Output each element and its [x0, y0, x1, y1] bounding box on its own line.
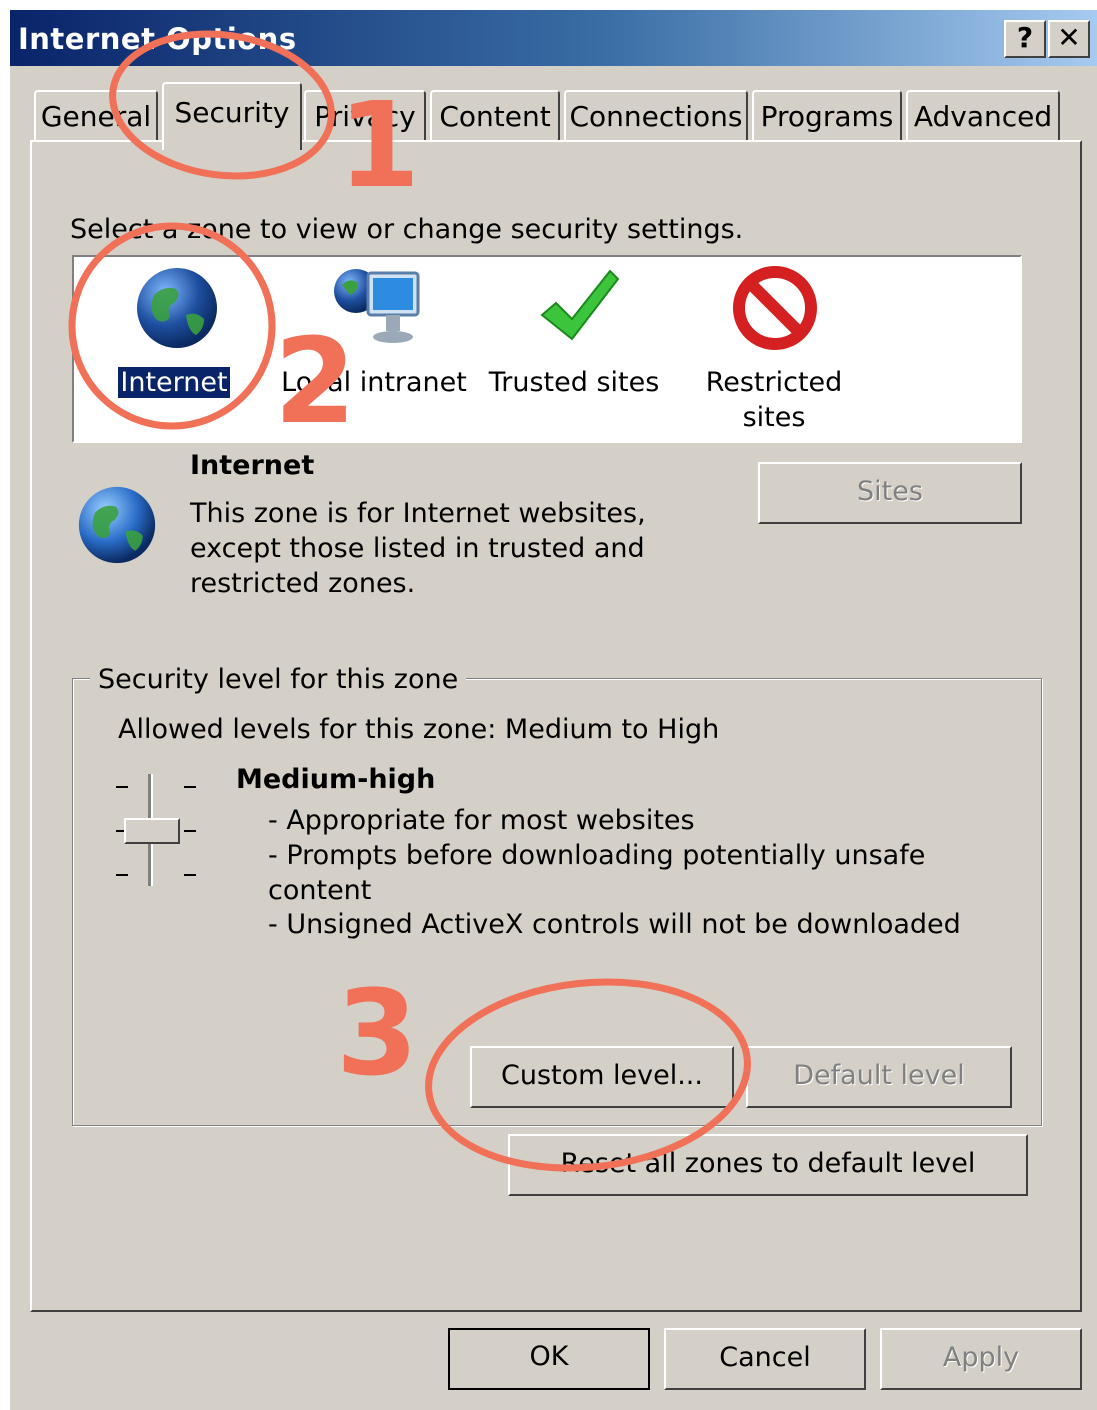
- security-level-name: Medium-high: [236, 764, 436, 795]
- level-desc-bullet3: - Unsigned ActiveX controls will not be …: [268, 909, 961, 940]
- globe-icon: [137, 268, 217, 348]
- zone-info-desc-line1: This zone is for Internet websites,: [190, 498, 646, 529]
- allowed-levels-text: Allowed levels for this zone: Medium to …: [118, 714, 720, 745]
- ok-button[interactable]: OK: [448, 1328, 650, 1390]
- checkmark-icon: [540, 269, 620, 341]
- custom-level-button[interactable]: Custom level...: [470, 1046, 734, 1108]
- security-level-slider[interactable]: [110, 770, 202, 892]
- sites-button[interactable]: Sites: [758, 462, 1022, 524]
- zone-list[interactable]: Internet Local intranet Trusted sites Re…: [72, 255, 1022, 443]
- reset-all-zones-button[interactable]: Reset all zones to default level: [508, 1134, 1028, 1196]
- internet-options-dialog: Internet Options ? ✕ General Security Pr…: [10, 10, 1097, 1410]
- zone-info-desc-line2: except those listed in trusted and: [190, 533, 645, 564]
- level-desc-bullet2-cont: content: [268, 875, 372, 906]
- security-level-legend: Security level for this zone: [90, 664, 467, 695]
- zone-internet[interactable]: Internet: [94, 257, 254, 443]
- restricted-icon: [733, 266, 817, 350]
- annotation-step-1: 1: [338, 76, 421, 214]
- zone-label-trusted-sites: Trusted sites: [488, 367, 660, 398]
- default-level-button[interactable]: Default level: [746, 1046, 1012, 1108]
- zone-info-title: Internet: [190, 450, 315, 481]
- select-zone-prompt: Select a zone to view or change security…: [70, 214, 744, 245]
- zone-label-restricted-sites: Restricted sites: [705, 367, 843, 433]
- security-content: Select a zone to view or change security…: [10, 10, 1097, 1410]
- slider-thumb[interactable]: [124, 818, 180, 844]
- zone-label-internet: Internet: [117, 366, 231, 399]
- zone-info-desc-line3: restricted zones.: [190, 568, 416, 599]
- annotation-step-3: 3: [336, 964, 419, 1102]
- apply-button[interactable]: Apply: [880, 1328, 1082, 1390]
- annotation-step-2: 2: [274, 312, 357, 450]
- globe-icon: [78, 486, 156, 564]
- level-desc-bullet1: - Appropriate for most websites: [268, 805, 695, 836]
- zone-restricted-sites[interactable]: Restricted sites: [684, 257, 864, 443]
- cancel-button[interactable]: Cancel: [664, 1328, 866, 1390]
- zone-trusted-sites[interactable]: Trusted sites: [484, 257, 664, 443]
- level-desc-bullet2: - Prompts before downloading potentially…: [268, 840, 926, 871]
